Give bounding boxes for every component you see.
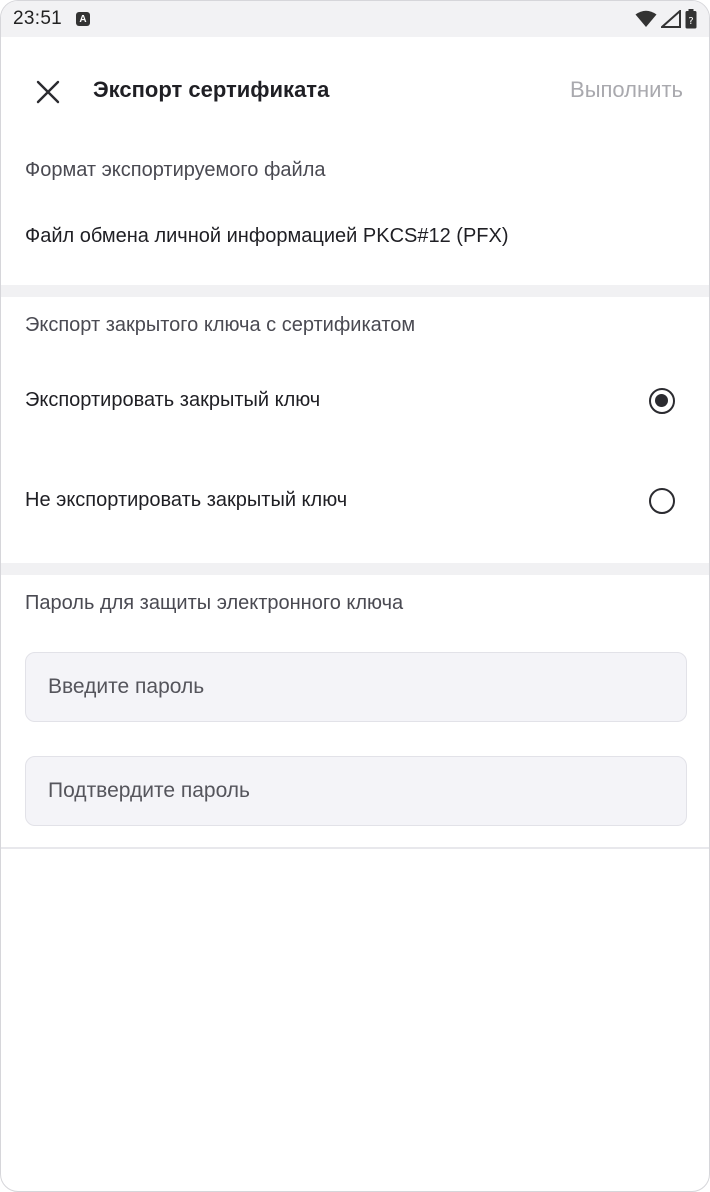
status-time: 23:51 — [13, 8, 63, 29]
battery-icon: ? — [685, 9, 697, 29]
section-divider — [1, 285, 709, 297]
svg-text:?: ? — [688, 16, 693, 27]
confirm-password-input[interactable] — [25, 756, 687, 826]
close-button[interactable] — [23, 67, 73, 117]
radio-option-label: Экспортировать закрытый ключ — [25, 389, 321, 411]
screen: 23:51 A ? Экспорт сертификата Выполнить — [0, 0, 710, 1192]
key-section-label: Экспорт закрытого ключа с сертификатом — [25, 314, 416, 336]
notification-icon: A — [76, 12, 91, 26]
status-left: 23:51 A — [13, 8, 91, 30]
radio-option-no-export-key[interactable]: Не экспортировать закрытый ключ — [1, 463, 709, 543]
radio-unchecked-icon[interactable] — [649, 488, 675, 514]
close-icon — [36, 80, 60, 104]
run-button[interactable]: Выполнить — [570, 77, 683, 103]
section-divider — [1, 563, 709, 575]
page-title: Экспорт сертификата — [93, 77, 330, 102]
password-input[interactable] — [25, 652, 687, 722]
radio-option-export-key[interactable]: Экспортировать закрытый ключ — [1, 363, 709, 443]
app-bar: Экспорт сертификата Выполнить — [1, 37, 709, 147]
bottom-divider — [1, 847, 709, 849]
password-section-label: Пароль для защиты электронного ключа — [25, 592, 404, 614]
format-section-label: Формат экспортируемого файла — [25, 159, 326, 181]
wifi-icon — [635, 10, 657, 27]
radio-checked-icon[interactable] — [649, 388, 675, 414]
radio-option-label: Не экспортировать закрытый ключ — [25, 489, 348, 511]
format-value: Файл обмена личной информацией PKCS#12 (… — [25, 225, 509, 247]
signal-icon — [661, 10, 681, 28]
status-icons: ? — [635, 9, 697, 29]
status-bar: 23:51 A ? — [1, 1, 709, 37]
